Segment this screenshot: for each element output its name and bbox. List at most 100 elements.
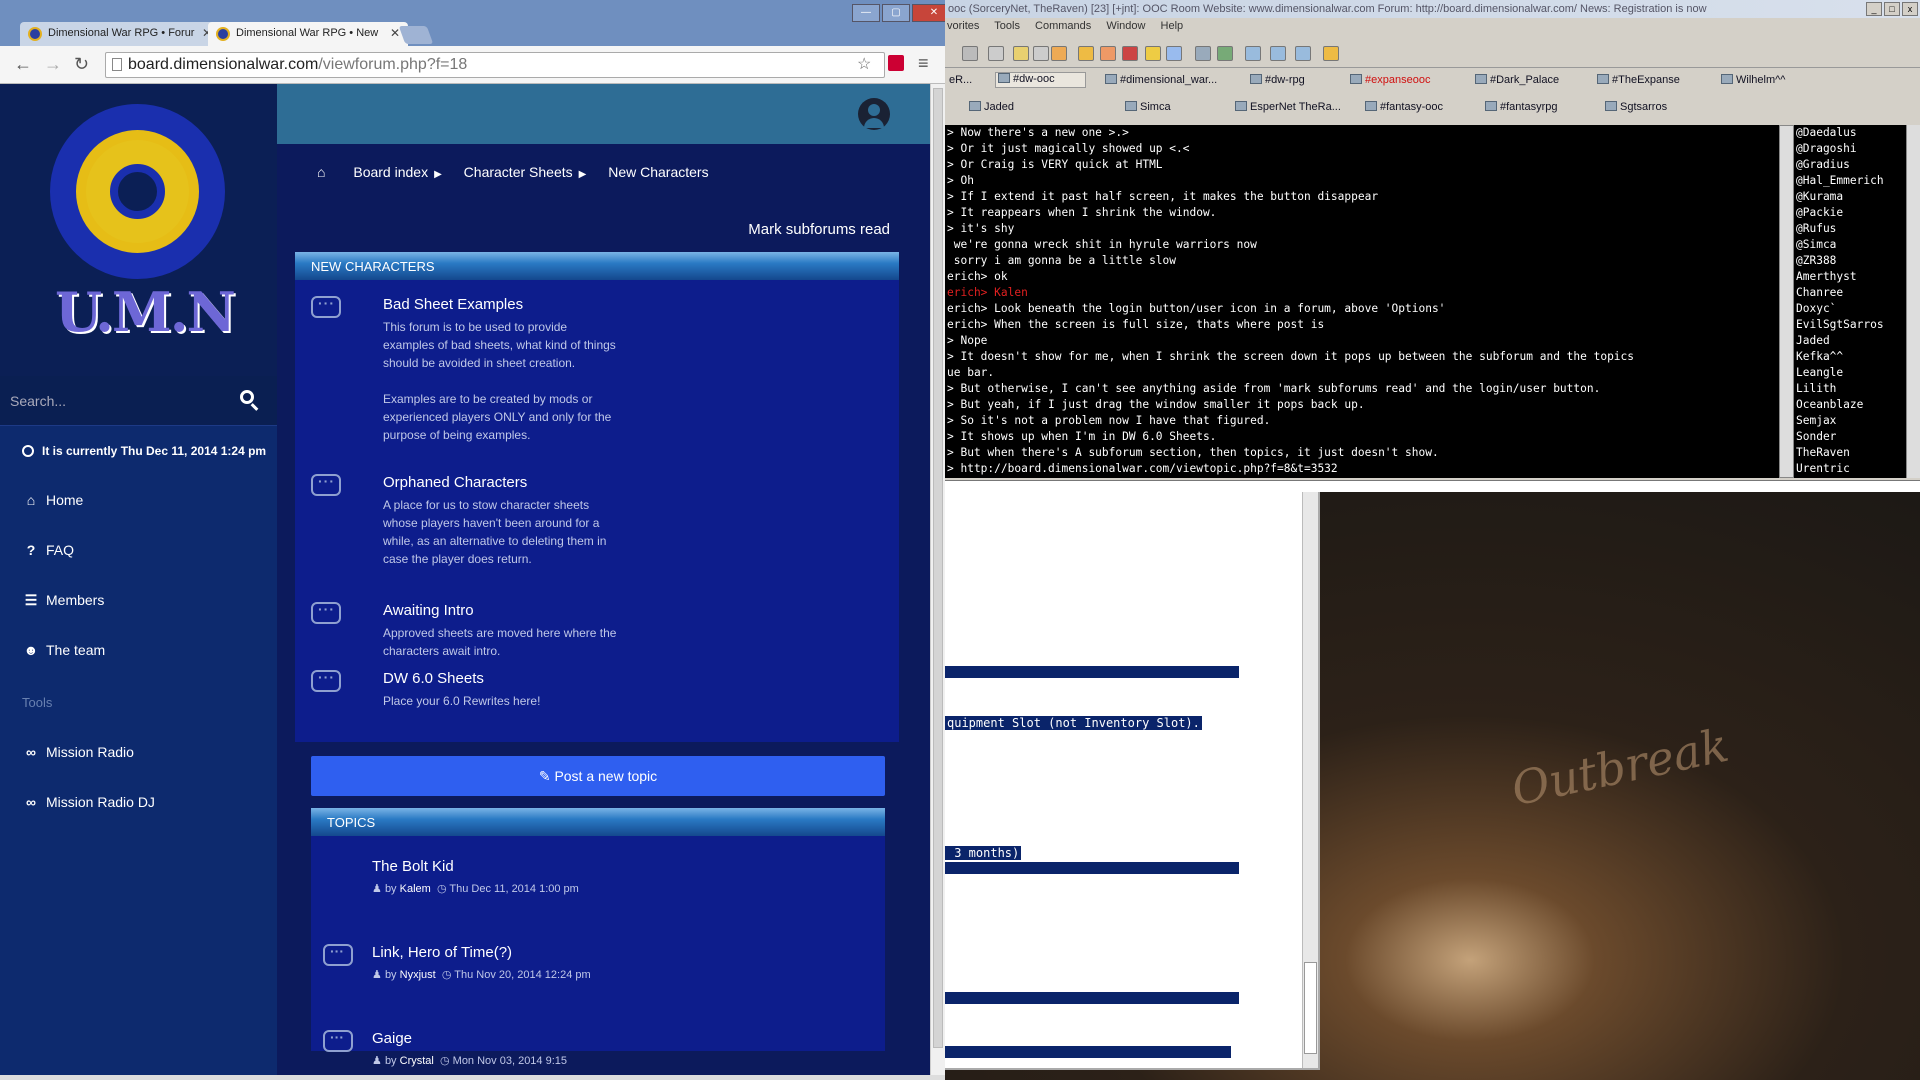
- nick-list-item[interactable]: TheRaven: [1794, 445, 1920, 461]
- forum-title[interactable]: Bad Sheet Examples: [383, 296, 523, 313]
- sidebar-item-mission-radio[interactable]: ∞ Mission Radio: [22, 744, 134, 760]
- editor-scrollbar[interactable]: [1302, 492, 1318, 1068]
- toolbar-chat-icon[interactable]: [1100, 46, 1116, 61]
- topic-title[interactable]: The Bolt Kid: [372, 858, 454, 875]
- channel-tab[interactable]: Wilhelm^^: [1721, 74, 1785, 86]
- toolbar-dcc-icon[interactable]: [1122, 46, 1138, 61]
- nick-list-item[interactable]: Leangle: [1794, 365, 1920, 381]
- channel-tab[interactable]: #Dark_Palace: [1475, 74, 1559, 86]
- chat-log[interactable]: > Now there's a new one >.> > Or it just …: [945, 125, 1779, 478]
- search-icon[interactable]: [240, 390, 254, 404]
- nick-list-item[interactable]: @Hal_Emmerich: [1794, 173, 1920, 189]
- minimize-button[interactable]: —: [852, 4, 880, 22]
- browser-horizontal-scrollbar[interactable]: [0, 1075, 945, 1080]
- nick-list-item[interactable]: Chanree: [1794, 285, 1920, 301]
- topic-title[interactable]: Gaige: [372, 1030, 412, 1047]
- channel-tab[interactable]: #dw-rpg: [1250, 74, 1305, 86]
- sidebar-item-members[interactable]: ☰ Members: [22, 592, 105, 609]
- toolbar-colors-icon[interactable]: [1033, 46, 1049, 61]
- nick-list-item[interactable]: @Kurama: [1794, 189, 1920, 205]
- channel-tab[interactable]: Jaded: [969, 101, 1014, 113]
- nick-list-item[interactable]: @Daedalus: [1794, 125, 1920, 141]
- nick-list-scrollbar[interactable]: [1906, 125, 1920, 478]
- new-tab-button[interactable]: [398, 26, 434, 44]
- tab-close-icon[interactable]: ✕: [390, 26, 400, 40]
- channel-tab[interactable]: #fantasy-ooc: [1365, 101, 1443, 113]
- reload-icon[interactable]: ↻: [74, 54, 89, 75]
- browser-scrollbar[interactable]: [930, 84, 945, 1075]
- toolbar-notify-icon[interactable]: [1166, 46, 1182, 61]
- extension-icon[interactable]: [888, 55, 904, 71]
- forum-title[interactable]: Awaiting Intro: [383, 602, 474, 619]
- selected-text-line[interactable]: quipment Slot (not Inventory Slot).: [945, 716, 1202, 730]
- menu-commands[interactable]: Commands: [1035, 20, 1091, 32]
- menu-help[interactable]: Help: [1161, 20, 1184, 32]
- channel-tab-dw-ooc[interactable]: #dw-ooc: [995, 72, 1086, 88]
- minimize-button[interactable]: _: [1866, 2, 1882, 16]
- channel-tab[interactable]: EsperNet TheRa...: [1235, 101, 1341, 113]
- breadcrumb-new-characters[interactable]: New Characters: [608, 164, 708, 180]
- nick-list-item[interactable]: EvilSgtSarros: [1794, 317, 1920, 333]
- maximize-button[interactable]: □: [1884, 2, 1900, 16]
- toolbar-options-icon[interactable]: [962, 46, 978, 61]
- menu-favorites[interactable]: vorites: [947, 20, 979, 32]
- maximize-button[interactable]: ▢: [882, 4, 910, 22]
- channel-tab[interactable]: eR...: [949, 74, 972, 86]
- mark-subforums-read-link[interactable]: Mark subforums read: [748, 221, 890, 238]
- toolbar-tile-v-icon[interactable]: [1270, 46, 1286, 61]
- tab-new-characters[interactable]: Dimensional War RPG • New ✕: [208, 22, 408, 46]
- nick-list-item[interactable]: Urentric: [1794, 461, 1920, 477]
- toolbar-urls-icon[interactable]: [1195, 46, 1211, 61]
- toolbar-cascade-icon[interactable]: [1295, 46, 1311, 61]
- sidebar-item-mission-radio-dj[interactable]: ∞ Mission Radio DJ: [22, 794, 155, 810]
- toolbar-scripts-icon[interactable]: [1051, 46, 1067, 61]
- channel-tab[interactable]: #expanseooc: [1350, 74, 1430, 86]
- nick-list-item[interactable]: @Dragoshi: [1794, 141, 1920, 157]
- irc-message-input[interactable]: [945, 480, 1920, 492]
- nick-list-item[interactable]: Lilith: [1794, 381, 1920, 397]
- nick-list-item[interactable]: Jaded: [1794, 333, 1920, 349]
- nick-list-item[interactable]: @ZR388: [1794, 253, 1920, 269]
- channel-tab[interactable]: Simca: [1125, 101, 1171, 113]
- nick-list[interactable]: @Daedalus @Dragoshi @Gradius @Hal_Emmerich @…: [1794, 125, 1920, 478]
- browser-menu-icon[interactable]: ≡: [918, 53, 929, 74]
- bookmark-star-icon[interactable]: ☆: [857, 54, 871, 74]
- toolbar-logs-icon[interactable]: [1217, 46, 1233, 61]
- toolbar-received-icon[interactable]: [1145, 46, 1161, 61]
- user-avatar-icon[interactable]: [858, 98, 890, 130]
- breadcrumb-character-sheets[interactable]: Character Sheets: [464, 164, 573, 180]
- nick-list-item[interactable]: Amerthyst: [1794, 269, 1920, 285]
- sidebar-item-home[interactable]: ⌂ Home: [22, 492, 84, 508]
- nick-list-item[interactable]: @Packie: [1794, 205, 1920, 221]
- channel-tab[interactable]: #fantasyrpg: [1485, 101, 1557, 113]
- forward-arrow-icon[interactable]: →: [44, 54, 62, 75]
- scrollbar-thumb[interactable]: [933, 88, 943, 1048]
- tab-forum[interactable]: Dimensional War RPG • Forur ✕: [20, 22, 220, 46]
- close-window-button[interactable]: x: [1902, 2, 1918, 16]
- selected-text-line[interactable]: 3 months): [945, 846, 1022, 860]
- forum-title[interactable]: Orphaned Characters: [383, 474, 527, 491]
- nick-list-item[interactable]: Semjax: [1794, 413, 1920, 429]
- toolbar-channels-icon[interactable]: [1013, 46, 1029, 61]
- search-input[interactable]: [10, 386, 230, 416]
- post-new-topic-button[interactable]: ✎ Post a new topic: [311, 756, 885, 796]
- toolbar-tile-h-icon[interactable]: [1245, 46, 1261, 61]
- channel-tab[interactable]: Sgtsarros: [1605, 101, 1667, 113]
- nick-list-item[interactable]: @Rufus: [1794, 221, 1920, 237]
- sidebar-item-faq[interactable]: ? FAQ: [22, 542, 74, 558]
- channel-tab[interactable]: #TheExpanse: [1597, 74, 1680, 86]
- scrollbar-thumb[interactable]: [1304, 962, 1317, 1054]
- sidebar-item-team[interactable]: ☻ The team: [22, 642, 106, 658]
- channel-tab[interactable]: #dimensional_war...: [1105, 74, 1217, 86]
- nick-list-item[interactable]: Kefka^^: [1794, 349, 1920, 365]
- topic-author[interactable]: Crystal: [400, 1055, 434, 1067]
- chat-scrollbar[interactable]: [1779, 125, 1794, 478]
- menu-window[interactable]: Window: [1106, 20, 1145, 32]
- nick-list-item[interactable]: Sonder: [1794, 429, 1920, 445]
- topic-title[interactable]: Link, Hero of Time(?): [372, 944, 512, 961]
- topic-author[interactable]: Kalem: [400, 883, 431, 895]
- toolbar-help-icon[interactable]: [1323, 46, 1339, 61]
- toolbar-address-icon[interactable]: [988, 46, 1004, 61]
- menu-tools[interactable]: Tools: [994, 20, 1020, 32]
- site-logo[interactable]: U.M.N: [0, 84, 277, 376]
